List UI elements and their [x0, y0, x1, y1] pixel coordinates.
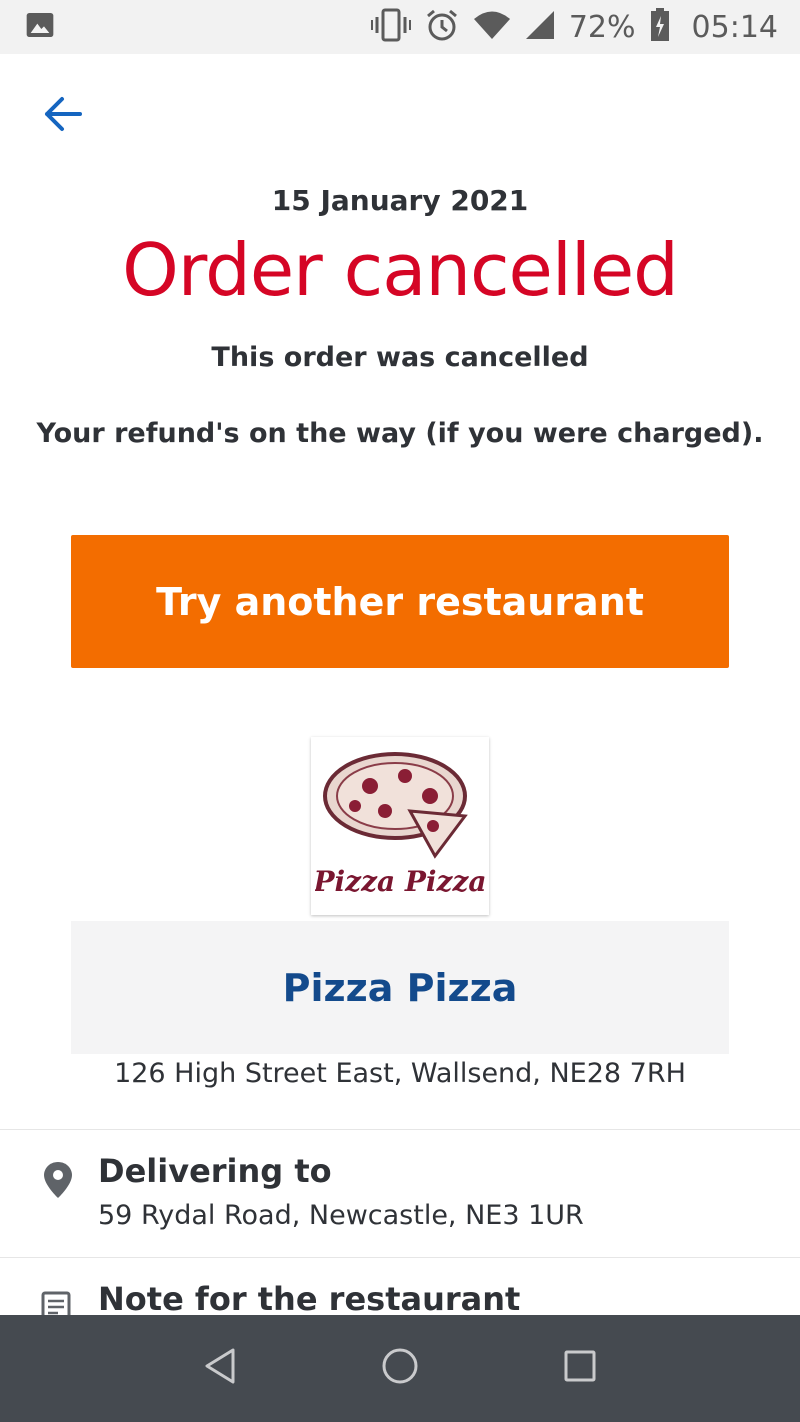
home-circle-icon — [381, 1347, 419, 1390]
logo-wordmark: Pizza Pizza — [315, 865, 485, 898]
status-bar: 72% 05:14 — [0, 0, 800, 54]
signal-icon — [525, 10, 555, 45]
order-date: 15 January 2021 — [271, 184, 529, 217]
battery-percent: 72% — [568, 9, 636, 45]
recents-square-icon — [563, 1349, 597, 1388]
note-row[interactable]: Note for the restaurant — [0, 1258, 800, 1315]
back-button[interactable] — [36, 92, 88, 140]
delivery-address: 59 Rydal Road, Newcastle, NE3 1UR — [98, 1200, 584, 1231]
delivery-info-row: Delivering to 59 Rydal Road, Newcastle, … — [0, 1130, 800, 1257]
image-icon — [24, 9, 56, 46]
note-title: Note for the restaurant — [98, 1280, 521, 1315]
clock: 05:14 — [691, 9, 778, 45]
try-another-restaurant-button[interactable]: Try another restaurant — [71, 535, 729, 668]
restaurant-name-panel[interactable]: Pizza Pizza — [71, 921, 729, 1054]
note-icon — [40, 1290, 72, 1315]
android-nav-bar — [0, 1315, 800, 1422]
nav-recents-button[interactable] — [550, 1339, 610, 1399]
restaurant-name[interactable]: Pizza Pizza — [283, 966, 518, 1010]
battery-charging-icon — [650, 7, 670, 47]
arrow-left-icon — [42, 96, 82, 137]
order-status-message: This order was cancelled — [211, 342, 589, 373]
wifi-icon — [473, 10, 511, 45]
back-triangle-icon — [202, 1347, 238, 1390]
nav-home-button[interactable] — [370, 1339, 430, 1399]
delivery-title: Delivering to — [98, 1152, 332, 1190]
nav-back-button[interactable] — [190, 1339, 250, 1399]
refund-message: Your refund's on the way (if you were ch… — [36, 418, 764, 449]
alarm-icon — [425, 8, 459, 47]
restaurant-logo: Pizza Pizza — [311, 737, 489, 915]
order-details-screen: 72% 05:14 15 January 2021 Order cancelle… — [0, 0, 800, 1422]
vibrate-icon — [370, 7, 411, 48]
restaurant-address: 126 High Street East, Wallsend, NE28 7RH — [114, 1058, 686, 1089]
location-pin-icon — [40, 1160, 76, 1205]
pizza-logo-image: Pizza Pizza — [315, 752, 485, 898]
order-status-title: Order cancelled — [122, 228, 679, 312]
